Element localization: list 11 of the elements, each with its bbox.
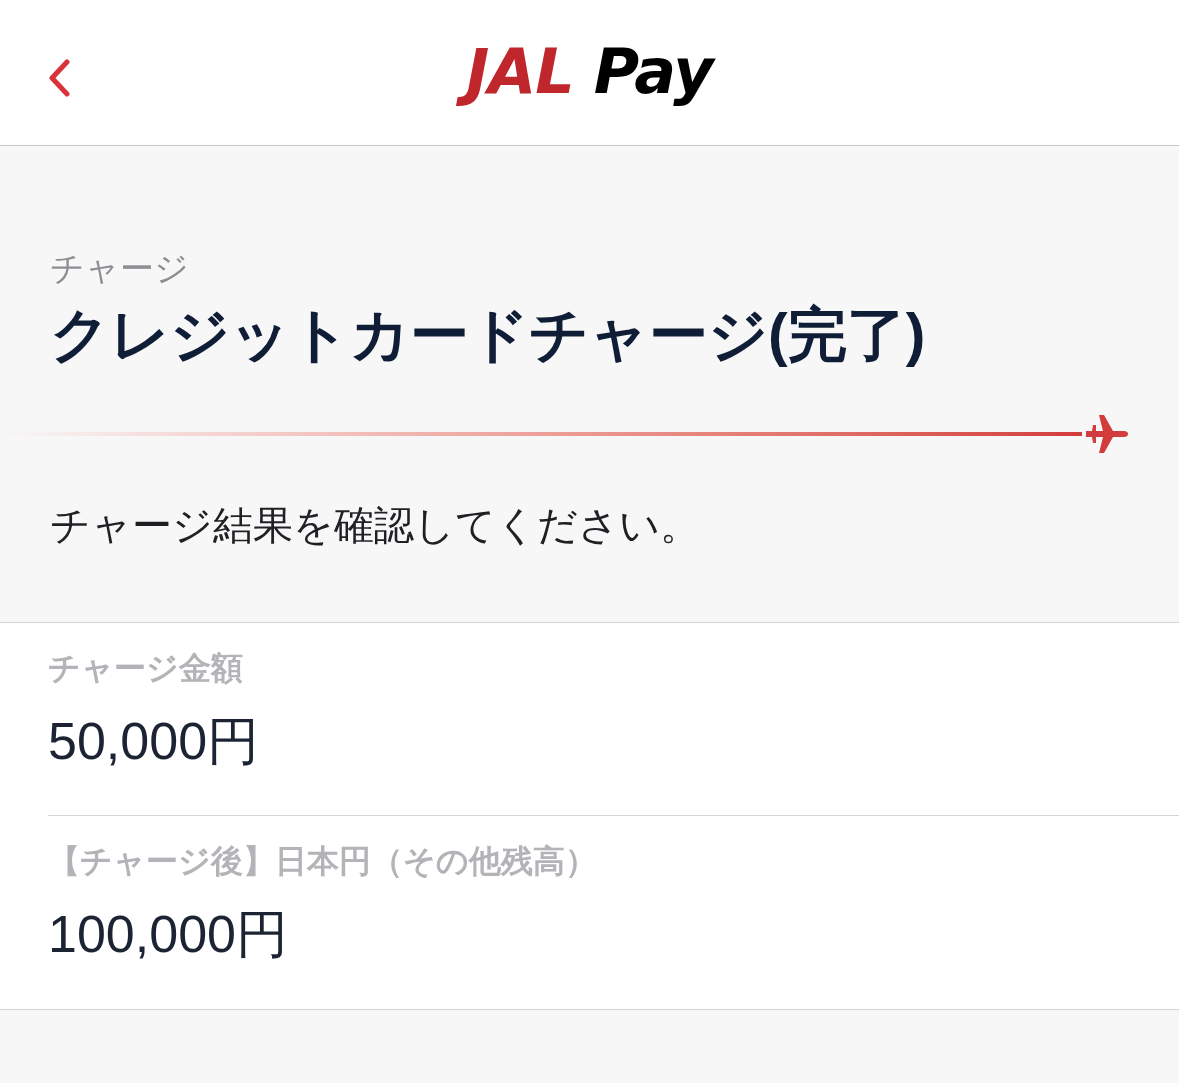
logo-brand-text: JAL (458, 33, 582, 110)
page-title: クレジットカードチャージ(完了) (50, 301, 926, 370)
field-label: チャージ金額 (48, 649, 243, 688)
chevron-left-icon (47, 59, 71, 97)
instruction-text: チャージ結果を確認してください。 (50, 502, 700, 549)
section-label: チャージ (50, 248, 189, 289)
logo-product-text: Pay (585, 33, 721, 110)
airplane-icon (1086, 413, 1128, 455)
field-value: 100,000円 (48, 904, 288, 965)
field-value: 50,000円 (48, 711, 260, 772)
field-label: 【チャージ後】日本円（その他残高） (48, 842, 597, 881)
